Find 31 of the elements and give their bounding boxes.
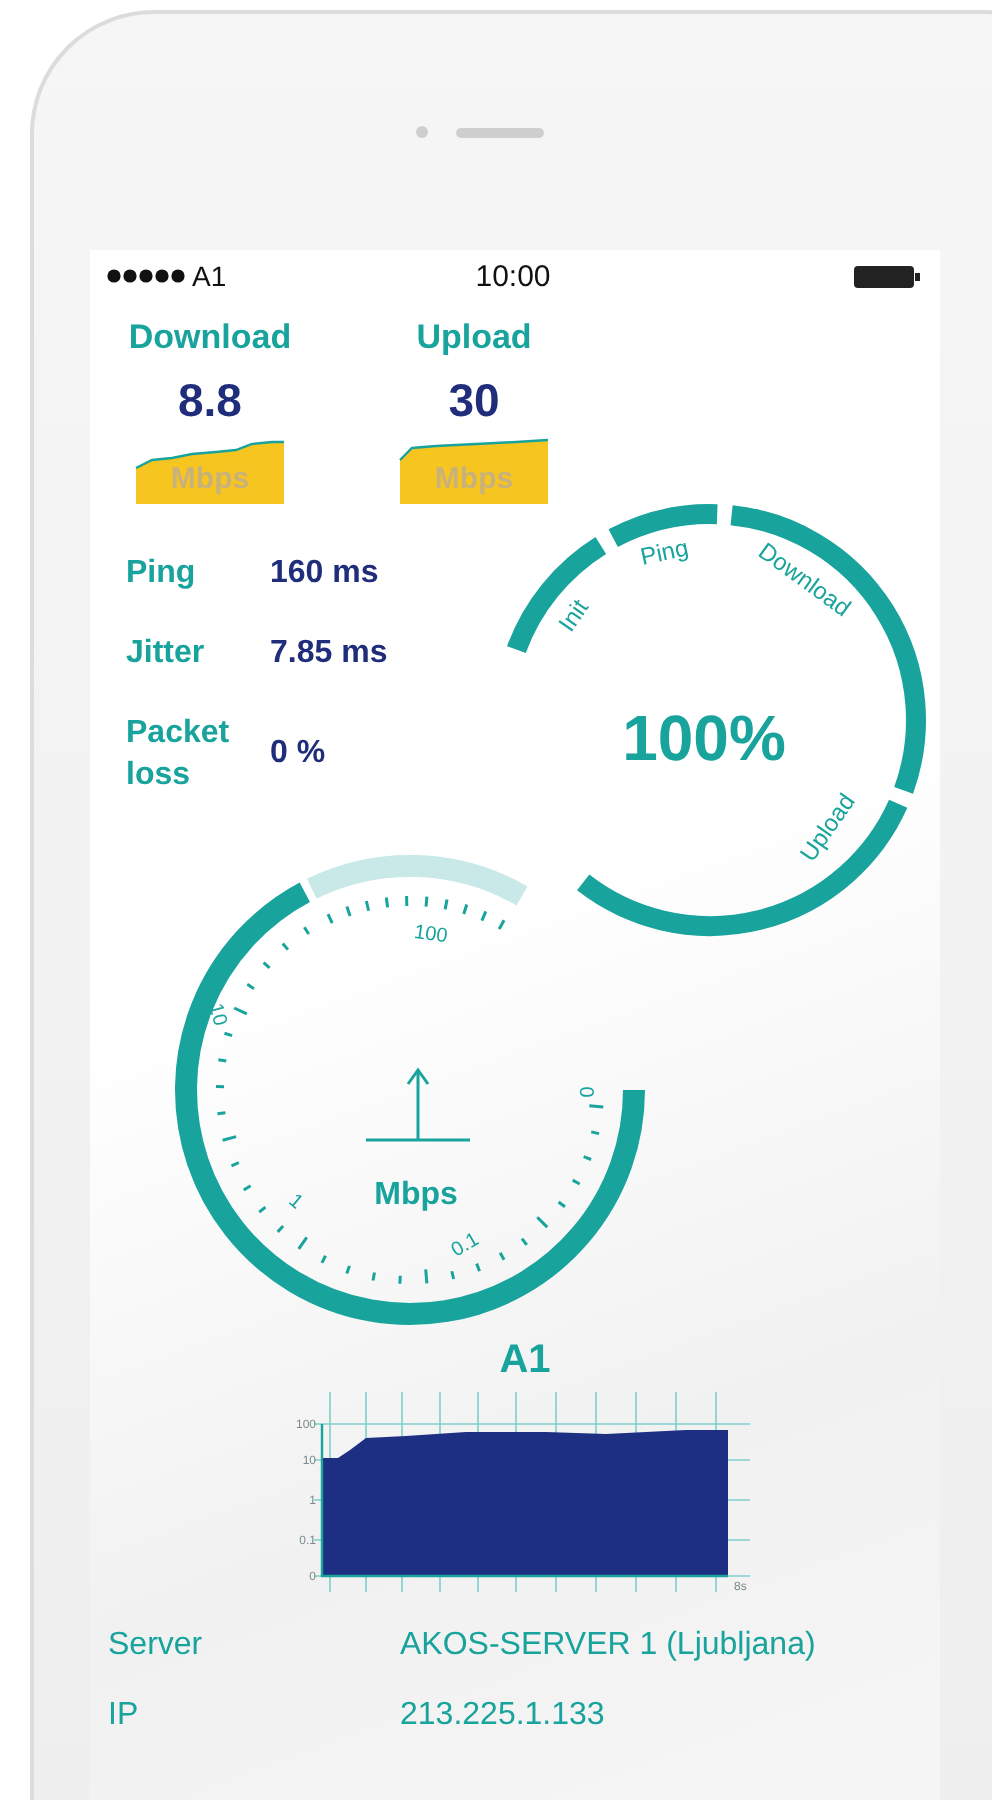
result-value: 30 bbox=[448, 374, 500, 428]
stat-value: 7.85 ms bbox=[270, 635, 388, 671]
camera-dot bbox=[416, 126, 428, 138]
scale-label: 1 bbox=[283, 1190, 307, 1215]
info-label: IP bbox=[108, 1698, 141, 1734]
stat-label: Ping bbox=[126, 554, 198, 594]
signal-icon bbox=[106, 268, 186, 284]
carrier-name: A1 bbox=[192, 260, 227, 292]
stat-value: 160 ms bbox=[270, 555, 379, 591]
scale-label: 0 bbox=[574, 1086, 596, 1098]
info-value: 213.225.1.133 bbox=[400, 1698, 605, 1734]
phase-label: Init bbox=[552, 594, 595, 637]
result-unit: Mbps bbox=[168, 462, 252, 496]
battery-icon bbox=[854, 265, 921, 287]
result-label: Upload bbox=[416, 318, 532, 358]
info-value: AKOS-SERVER 1 (Ljubljana) bbox=[400, 1628, 816, 1664]
phase-label: Ping bbox=[637, 533, 691, 571]
speaker-slot bbox=[456, 127, 544, 137]
stat-label: Packet loss bbox=[126, 714, 232, 796]
scale-label: 0.1 bbox=[447, 1229, 484, 1263]
result-value: 8.8 bbox=[178, 374, 242, 428]
chart-title: A1 bbox=[499, 1338, 551, 1384]
status-time: 10:00 bbox=[473, 259, 553, 293]
progress-percent: 100% bbox=[622, 702, 786, 774]
stat-label: Jitter bbox=[126, 634, 207, 674]
result-label: Download bbox=[128, 318, 292, 358]
speed-unit: Mbps bbox=[374, 1178, 458, 1212]
info-label: Server bbox=[108, 1628, 205, 1664]
scale-label: 100 bbox=[412, 921, 449, 949]
stat-value: 0 % bbox=[270, 736, 326, 772]
result-unit: Mbps bbox=[432, 462, 516, 496]
